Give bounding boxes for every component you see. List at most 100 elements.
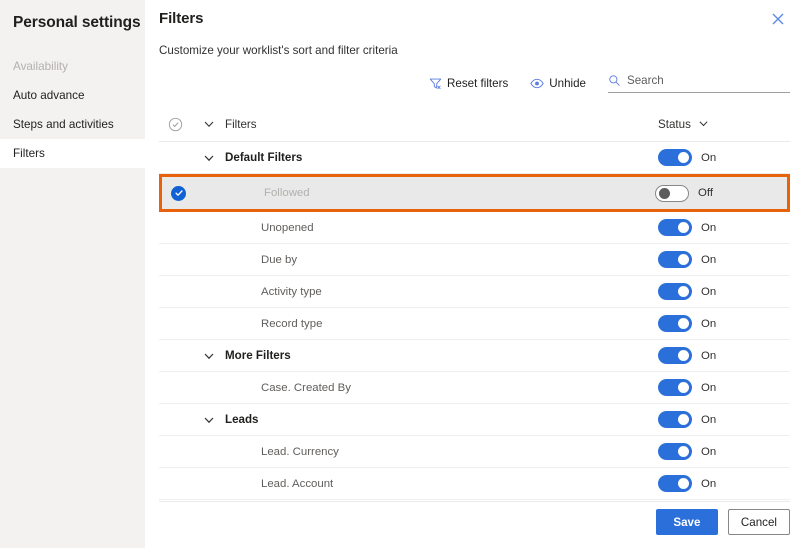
group-expand-toggle[interactable] [193,350,225,362]
table-row[interactable]: Activity type On [159,276,790,308]
table-row[interactable]: Leads On [159,404,790,436]
toggle-knob [678,446,689,457]
column-header-filters[interactable]: Filters [225,118,644,131]
checkbox-checked-icon[interactable] [171,185,186,201]
panel-header: Filters [159,0,800,30]
status-toggle[interactable] [658,219,692,236]
table-row[interactable]: Lead. Currency On [159,436,790,468]
toggle-knob [678,254,689,265]
toggle-knob [678,318,689,329]
sidebar-item-label: Filters [13,147,45,160]
status-toggle[interactable] [658,443,692,460]
status-toggle[interactable] [658,251,692,268]
table-row[interactable]: Case. Created By On [159,372,790,404]
sidebar-item-availability[interactable]: Availability [0,52,145,81]
status-header-label: Status [658,117,691,131]
reset-filters-label: Reset filters [447,76,509,90]
select-all-cell[interactable] [159,117,193,132]
table-row[interactable]: Default Filters On [159,142,790,174]
sidebar-items: Availability Auto advance Steps and activi… [0,52,145,168]
toggle-knob [678,286,689,297]
row-status-cell: On [644,219,790,236]
dialog-footer: Save Cancel [159,501,790,548]
toggle-knob [678,222,689,233]
row-label: Lead. Currency [261,445,339,458]
row-status-cell: On [644,443,790,460]
eye-icon [530,76,544,90]
status-toggle[interactable] [658,379,692,396]
sidebar-title: Personal settings [13,14,141,31]
table-row[interactable]: Followed Off [159,174,790,212]
table-header-row: Filters Status [159,111,790,142]
search-input[interactable] [627,73,790,87]
circle-check-icon [168,117,183,132]
sidebar-item-label: Auto advance [13,89,85,102]
status-label: On [701,477,717,490]
row-label: More Filters [225,349,291,362]
row-select-cell[interactable] [162,185,196,201]
status-toggle[interactable] [658,475,692,492]
row-label: Activity type [261,285,322,298]
row-label: Default Filters [225,151,303,164]
save-button[interactable]: Save [655,509,718,535]
sidebar-item-label: Steps and activities [13,118,114,131]
status-label: On [701,317,717,330]
sidebar: Personal settings Availability Auto advan… [0,0,145,548]
row-label: Case. Created By [261,381,351,394]
column-header-status-cell: Status [644,118,790,131]
row-label: Leads [225,413,259,426]
chevron-down-icon [698,118,710,130]
table-body: Default Filters On Followed Off Unopened On Du… [159,142,790,500]
chevron-down-icon [203,350,215,362]
sidebar-item-label: Availability [13,60,69,73]
row-label: Lead. Account [261,477,334,490]
search-box[interactable] [608,73,790,93]
row-status-cell: On [644,347,790,364]
sidebar-item-auto-advance[interactable]: Auto advance [0,81,145,110]
status-toggle[interactable] [658,347,692,364]
unhide-label: Unhide [549,76,586,90]
unhide-button[interactable]: Unhide [530,76,586,90]
group-expand-toggle[interactable] [193,152,225,164]
close-icon[interactable] [767,8,789,30]
search-icon [608,74,621,87]
status-toggle[interactable] [658,411,692,428]
status-label: On [701,349,717,362]
sidebar-item-steps-and-activities[interactable]: Steps and activities [0,110,145,139]
row-status-cell: On [644,315,790,332]
sidebar-item-filters[interactable]: Filters [0,139,145,168]
table-row[interactable]: More Filters On [159,340,790,372]
row-status-cell: On [644,283,790,300]
status-label: On [701,413,717,426]
status-toggle[interactable] [658,315,692,332]
status-label: On [701,285,717,298]
column-header-status[interactable]: Status [658,118,710,131]
expand-all-toggle[interactable] [193,118,225,130]
toggle-knob [678,478,689,489]
status-label: On [701,381,717,394]
reset-filter-icon [428,76,442,90]
row-status-cell: Off [641,184,787,202]
reset-filters-button[interactable]: Reset filters [428,76,508,90]
table-row[interactable]: Unopened On [159,212,790,244]
status-toggle[interactable] [658,149,692,166]
toggle-knob [678,152,689,163]
filters-table: Filters Status Default Filters On Followed… [159,111,800,500]
row-status-cell: On [644,411,790,428]
status-label: Off [698,187,713,199]
table-row[interactable]: Due by On [159,244,790,276]
settings-dialog: Personal settings Availability Auto advan… [0,0,800,548]
page-title: Filters [159,10,204,27]
cancel-button[interactable]: Cancel [727,509,790,535]
table-row[interactable]: Lead. Account On [159,468,790,500]
panel-subtitle: Customize your worklist's sort and filte… [159,44,398,57]
group-expand-toggle[interactable] [193,414,225,426]
chevron-down-icon [203,152,215,164]
row-label: Unopened [261,221,314,234]
status-toggle[interactable] [655,184,689,202]
status-toggle[interactable] [658,283,692,300]
toggle-knob [678,414,689,425]
table-row[interactable]: Record type On [159,308,790,340]
row-status-cell: On [644,149,790,166]
main-panel: Filters Customize your worklist's sort a… [145,0,800,548]
